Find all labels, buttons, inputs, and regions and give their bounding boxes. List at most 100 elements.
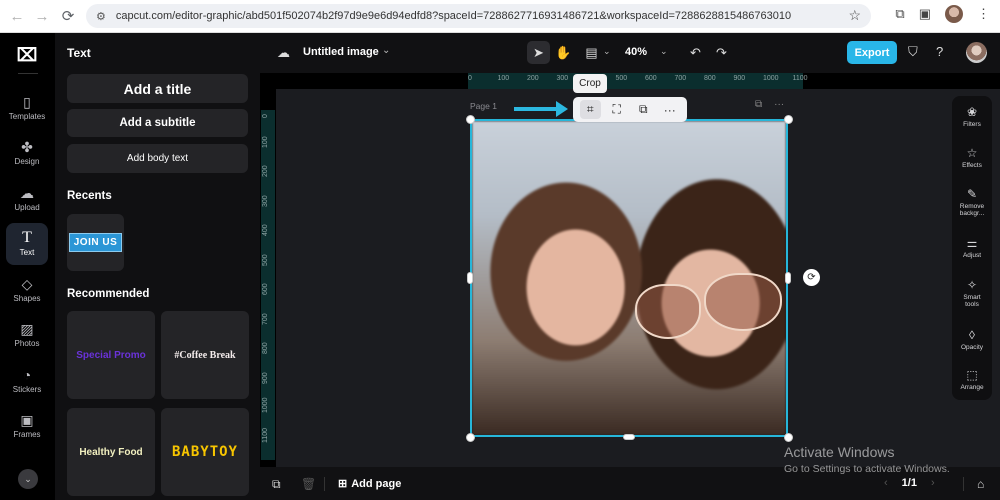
horizontal-ruler xyxy=(468,73,803,89)
forward-button[interactable]: → xyxy=(29,3,55,29)
reload-button[interactable]: ⟳ xyxy=(55,3,81,29)
layout-button[interactable]: ▤ xyxy=(580,41,603,64)
recommended-template[interactable]: #Coffee Break xyxy=(161,311,249,399)
help-icon[interactable]: ? xyxy=(936,44,943,59)
zoom-level[interactable]: 40% xyxy=(625,46,647,58)
template-preview-text: JOIN US xyxy=(68,233,123,252)
arrow-right-icon: → xyxy=(34,7,50,25)
crop-button[interactable]: ⌗ xyxy=(579,100,601,119)
rail-item-upload[interactable]: ☁ Upload xyxy=(6,178,48,220)
duplicate-button[interactable]: ⧉ xyxy=(633,100,654,119)
recommended-template[interactable]: Healthy Food xyxy=(67,408,155,496)
tool-smart-tools[interactable]: ✧ Smart tools xyxy=(952,279,992,309)
resize-handle-right[interactable] xyxy=(785,272,791,284)
more-menu-icon[interactable]: ⋮ xyxy=(977,6,990,22)
chevron-down-icon[interactable]: ⌄ xyxy=(382,45,390,56)
replace-button[interactable]: ⛶ xyxy=(606,100,627,119)
recommended-template[interactable]: BABYTOY xyxy=(161,408,249,496)
undo-button[interactable]: ↶ xyxy=(684,41,707,64)
url-text: capcut.com/editor-graphic/abd501f502074b… xyxy=(115,10,792,22)
duplicate-page-icon[interactable]: ⧉ xyxy=(272,477,281,492)
resize-handle-left[interactable] xyxy=(467,272,473,284)
shapes-icon: ◇ xyxy=(21,276,33,292)
rail-item-photos[interactable]: ▨ Photos xyxy=(6,314,48,356)
rail-item-text[interactable]: T Text xyxy=(6,223,48,265)
templates-icon: ▯ xyxy=(23,94,31,110)
design-icon: ✤ xyxy=(21,139,33,155)
arrow-left-icon: ← xyxy=(9,7,25,25)
extensions-icon[interactable]: ⧉ xyxy=(895,6,904,22)
filters-icon: ❀ xyxy=(966,105,978,119)
tool-filters[interactable]: ❀ Filters xyxy=(952,105,992,129)
rail-item-templates[interactable]: ▯ Templates xyxy=(6,87,48,129)
rail-item-shapes[interactable]: ◇ Shapes xyxy=(6,269,48,311)
select-tool-button[interactable]: ➤ xyxy=(527,41,550,64)
rotate-button[interactable]: ⟳ xyxy=(803,269,820,286)
add-page-button[interactable]: ⊞ Add page xyxy=(338,477,401,491)
back-button[interactable]: ← xyxy=(4,3,30,29)
page-label: Page 1 xyxy=(470,101,497,111)
page-indicator: 1/1 xyxy=(901,477,917,489)
ruler-tick-label: 900 xyxy=(733,75,746,82)
divider xyxy=(18,73,38,74)
tool-arrange[interactable]: ⬚ Arrange xyxy=(952,369,992,392)
ruler-tick-label: 500 xyxy=(615,75,628,82)
text-panel: Text Add a title Add a subtitle Add body… xyxy=(55,33,260,500)
redo-button[interactable]: ↷ xyxy=(710,41,733,64)
page-more-icon[interactable]: ··· xyxy=(774,99,784,110)
browser-toolbar: ← → ⟳ ⚙ capcut.com/editor-graphic/abd501… xyxy=(0,0,1000,33)
duplicate-page-icon[interactable]: ⧉ xyxy=(755,99,762,110)
chevron-down-icon: ⌄ xyxy=(24,473,32,484)
rail-item-design[interactable]: ✤ Design xyxy=(6,132,48,174)
resize-handle-top-left[interactable] xyxy=(466,115,475,124)
capcut-logo-icon[interactable]: ⌧ xyxy=(14,45,40,65)
tool-adjust[interactable]: ⚌ Adjust xyxy=(952,237,992,260)
tool-opacity[interactable]: ◊ Opacity xyxy=(952,329,992,352)
bookmark-star-icon[interactable]: ☆ xyxy=(848,7,861,24)
resize-handle-top-right[interactable] xyxy=(784,115,793,124)
hand-tool-button[interactable]: ✋ xyxy=(552,41,575,64)
site-settings-icon[interactable]: ⚙ xyxy=(96,10,106,23)
user-avatar[interactable] xyxy=(966,42,987,63)
side-panel-icon[interactable]: ▣ xyxy=(919,6,931,22)
ruler-tick-label: 900 xyxy=(262,371,269,384)
tool-effects[interactable]: ☆ Effects xyxy=(952,146,992,170)
document-title[interactable]: Untitled image xyxy=(303,46,379,58)
rail-item-frames[interactable]: ▣ Frames xyxy=(6,405,48,447)
ruler-tick-label: 500 xyxy=(262,253,269,266)
more-icon: ··· xyxy=(663,102,676,117)
tool-remove-background[interactable]: ✎ Remove backgr... xyxy=(952,187,992,218)
next-page-button[interactable]: › xyxy=(931,477,935,489)
add-title-button[interactable]: Add a title xyxy=(67,74,248,103)
add-subtitle-button[interactable]: Add a subtitle xyxy=(67,109,248,137)
more-options-button[interactable]: ··· xyxy=(659,100,680,119)
editor-toolbar: ☁ Untitled image ⌄ ➤ ✋ ▤ ⌄ 40% ⌄ ↶ ↷ Exp… xyxy=(260,33,1000,73)
ruler-tick-label: 1100 xyxy=(792,75,808,82)
recent-text-template[interactable]: JOIN US xyxy=(67,214,124,271)
previous-page-button[interactable]: ‹ xyxy=(884,477,888,489)
chevron-down-icon[interactable]: ⌄ xyxy=(603,46,611,57)
selected-image[interactable] xyxy=(470,119,788,437)
effects-icon: ☆ xyxy=(966,146,978,160)
export-button[interactable]: Export xyxy=(847,41,897,64)
remove-background-icon: ✎ xyxy=(966,187,978,201)
shield-icon[interactable]: ⛉ xyxy=(908,44,918,60)
profile-avatar[interactable] xyxy=(945,5,963,23)
rail-item-stickers[interactable]: ◔ Stickers xyxy=(6,360,48,402)
address-bar[interactable]: ⚙ capcut.com/editor-graphic/abd501f50207… xyxy=(86,4,871,28)
resize-handle-bottom-right[interactable] xyxy=(784,433,793,442)
recommended-template[interactable]: Special Promo xyxy=(67,311,155,399)
ruler-tick-label: 700 xyxy=(674,75,687,82)
ruler-tick-label: 200 xyxy=(262,165,269,177)
sunglasses-lens xyxy=(704,273,782,331)
add-body-text-button[interactable]: Add body text xyxy=(67,144,248,173)
chevron-down-icon[interactable]: ⌄ xyxy=(660,46,668,57)
resize-handle-bottom-left[interactable] xyxy=(466,433,475,442)
delete-page-icon[interactable]: 🗑 xyxy=(301,477,316,491)
expand-pages-icon[interactable]: ⌂ xyxy=(977,477,984,491)
resize-handle-bottom[interactable] xyxy=(623,434,635,440)
frames-icon: ▣ xyxy=(20,412,34,428)
image-floating-toolbar: ⌗ ⛶ ⧉ ··· xyxy=(573,97,687,122)
sunglasses-lens xyxy=(635,284,701,339)
rail-scroll-down-button[interactable]: ⌄ xyxy=(18,469,38,489)
